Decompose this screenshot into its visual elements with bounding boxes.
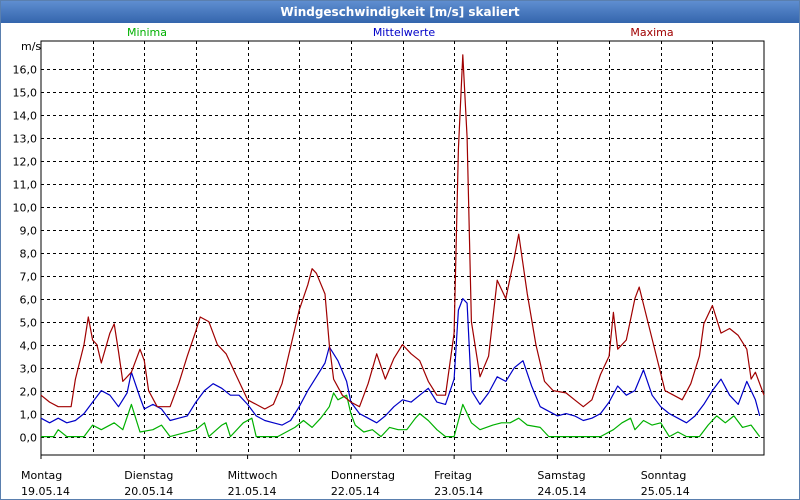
x-tick-date: 24.05.14 xyxy=(537,485,586,498)
series-line-mittelwerte xyxy=(40,298,761,426)
x-tick-day: Mittwoch xyxy=(228,469,278,482)
legend-entry-mittelwerte: Mittelwerte xyxy=(373,26,436,39)
y-tick-label: 5,0 xyxy=(20,317,38,330)
chart-window: Windgeschwindigkeit [m/s] skaliert 0,0 1,… xyxy=(0,0,800,500)
y-tick-label: 3,0 xyxy=(20,363,38,376)
y-tick-label: 7,0 xyxy=(20,271,38,284)
y-tick-label: 0,0 xyxy=(20,432,38,445)
y-tick-label: 12,0 xyxy=(13,156,38,169)
x-tick-date: 23.05.14 xyxy=(434,485,483,498)
y-tick-label: 9,0 xyxy=(20,225,38,238)
y-tick-label: 11,0 xyxy=(13,179,38,192)
series-line-minima xyxy=(41,392,761,438)
series-lines xyxy=(40,54,765,438)
y-tick-label: 14,0 xyxy=(13,110,38,123)
y-tick-label: 2,0 xyxy=(20,386,38,399)
x-tick-date: 25.05.14 xyxy=(641,485,690,498)
y-tick-label: 10,0 xyxy=(13,202,38,215)
x-tick-date: 19.05.14 xyxy=(21,485,70,498)
series-line-maxima xyxy=(40,54,765,410)
y-tick-label: 16,0 xyxy=(13,64,38,77)
y-tick-label: 4,0 xyxy=(20,340,38,353)
window-title: Windgeschwindigkeit [m/s] skaliert xyxy=(1,1,799,23)
y-tick-label: 15,0 xyxy=(13,87,38,100)
axes xyxy=(40,40,765,459)
x-tick-day: Donnerstag xyxy=(331,469,395,482)
x-tick-date: 22.05.14 xyxy=(331,485,380,498)
legend-entry-maxima: Maxima xyxy=(630,26,673,39)
y-tick-label: 13,0 xyxy=(13,133,38,146)
y-tick-label: 1,0 xyxy=(20,409,38,422)
x-tick-day: Montag xyxy=(21,469,62,482)
y-tick-label: 8,0 xyxy=(20,248,38,261)
x-tick-day: Dienstag xyxy=(124,469,173,482)
x-tick-day: Freitag xyxy=(434,469,472,482)
y-tick-label: 6,0 xyxy=(20,294,38,307)
y-axis-label: m/s xyxy=(21,40,41,53)
x-tick-date: 21.05.14 xyxy=(228,485,277,498)
legend-entry-minima: Minima xyxy=(127,26,167,39)
x-tick-date: 20.05.14 xyxy=(124,485,173,498)
x-tick-day: Samstag xyxy=(537,469,585,482)
x-tick-day: Sonntag xyxy=(641,469,687,482)
chart-svg: 0,0 1,0 2,0 3,0 4,0 5,0 6,0 7,0 8,0 9,0 10,0 11,0 12… xyxy=(13,26,765,498)
